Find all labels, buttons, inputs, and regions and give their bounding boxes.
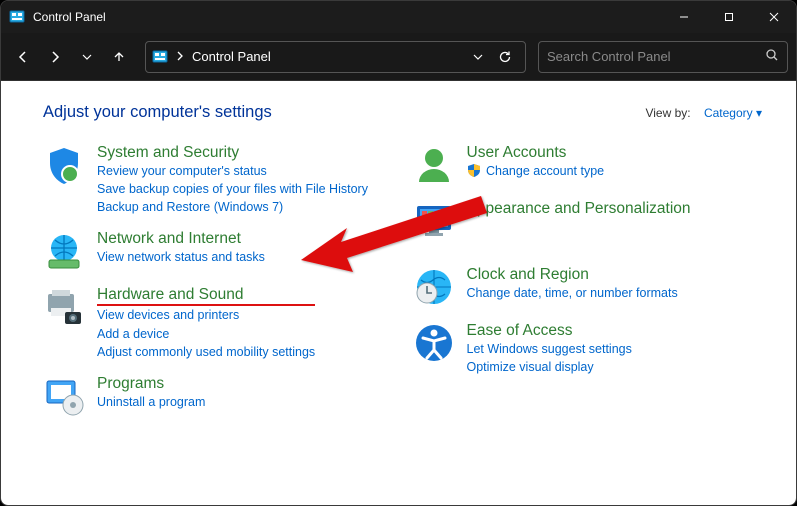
address-bar[interactable]: Control Panel bbox=[145, 41, 526, 73]
programs-icon bbox=[43, 375, 85, 417]
titlebar: Control Panel bbox=[1, 1, 796, 33]
category-programs: Programs Uninstall a program bbox=[43, 375, 393, 417]
control-panel-icon bbox=[152, 49, 168, 65]
content-area: Adjust your computer's settings View by:… bbox=[5, 85, 792, 501]
category-title[interactable]: Ease of Access bbox=[467, 322, 632, 340]
category-link[interactable]: Review your computer's status bbox=[97, 162, 368, 180]
forward-button[interactable] bbox=[41, 43, 69, 71]
right-column: User Accounts Change account type bbox=[413, 144, 763, 431]
user-icon bbox=[413, 144, 455, 186]
category-title[interactable]: Appearance and Personalization bbox=[467, 200, 691, 218]
accessibility-icon bbox=[413, 322, 455, 364]
close-button[interactable] bbox=[751, 1, 796, 33]
nav-toolbar: Control Panel bbox=[1, 33, 796, 81]
chevron-right-icon[interactable] bbox=[176, 49, 184, 64]
refresh-button[interactable] bbox=[491, 43, 519, 71]
minimize-button[interactable] bbox=[661, 1, 706, 33]
category-link[interactable]: Save backup copies of your files with Fi… bbox=[97, 180, 368, 198]
category-title[interactable]: Clock and Region bbox=[467, 266, 678, 284]
category-user-accounts: User Accounts Change account type bbox=[413, 144, 763, 186]
breadcrumb[interactable]: Control Panel bbox=[192, 49, 271, 64]
category-title[interactable]: System and Security bbox=[97, 144, 368, 162]
category-link[interactable]: Change account type bbox=[467, 162, 605, 180]
up-button[interactable] bbox=[105, 43, 133, 71]
category-link[interactable]: Backup and Restore (Windows 7) bbox=[97, 198, 368, 216]
page-title: Adjust your computer's settings bbox=[43, 103, 272, 122]
view-by-dropdown[interactable]: Category ▾ bbox=[704, 106, 762, 120]
window-title: Control Panel bbox=[33, 10, 106, 24]
category-network-internet: Network and Internet View network status… bbox=[43, 230, 393, 272]
maximize-button[interactable] bbox=[706, 1, 751, 33]
window-frame: Control Panel bbox=[0, 0, 797, 506]
category-ease-of-access: Ease of Access Let Windows suggest setti… bbox=[413, 322, 763, 376]
search-input[interactable] bbox=[547, 49, 765, 64]
recent-locations-button[interactable] bbox=[73, 43, 101, 71]
uac-shield-icon bbox=[467, 163, 481, 177]
globe-network-icon bbox=[43, 230, 85, 272]
view-by: View by: Category ▾ bbox=[645, 106, 762, 120]
shield-icon bbox=[43, 144, 85, 186]
back-button[interactable] bbox=[9, 43, 37, 71]
category-link[interactable]: View network status and tasks bbox=[97, 248, 265, 266]
category-title[interactable]: Network and Internet bbox=[97, 230, 265, 248]
printer-camera-icon bbox=[43, 286, 85, 328]
category-title[interactable]: Hardware and Sound bbox=[97, 286, 315, 306]
category-link[interactable]: Adjust commonly used mobility settings bbox=[97, 343, 315, 361]
category-link[interactable]: Let Windows suggest settings bbox=[467, 340, 632, 358]
category-hardware-sound: Hardware and Sound View devices and prin… bbox=[43, 286, 393, 360]
category-link[interactable]: Change date, time, or number formats bbox=[467, 284, 678, 302]
category-system-security: System and Security Review your computer… bbox=[43, 144, 393, 216]
category-link[interactable]: Optimize visual display bbox=[467, 358, 632, 376]
left-column: System and Security Review your computer… bbox=[43, 144, 393, 431]
category-link[interactable]: Add a device bbox=[97, 325, 315, 343]
category-clock-region: Clock and Region Change date, time, or n… bbox=[413, 266, 763, 308]
chevron-down-icon[interactable] bbox=[473, 49, 483, 64]
category-title[interactable]: Programs bbox=[97, 375, 205, 393]
control-panel-icon bbox=[9, 9, 25, 25]
monitor-appearance-icon bbox=[413, 200, 455, 242]
search-icon[interactable] bbox=[765, 48, 779, 65]
clock-globe-icon bbox=[413, 266, 455, 308]
search-bar[interactable] bbox=[538, 41, 788, 73]
category-link[interactable]: View devices and printers bbox=[97, 306, 315, 324]
category-title[interactable]: User Accounts bbox=[467, 144, 605, 162]
category-link[interactable]: Uninstall a program bbox=[97, 393, 205, 411]
view-by-label: View by: bbox=[645, 106, 690, 120]
category-appearance: Appearance and Personalization bbox=[413, 200, 763, 242]
